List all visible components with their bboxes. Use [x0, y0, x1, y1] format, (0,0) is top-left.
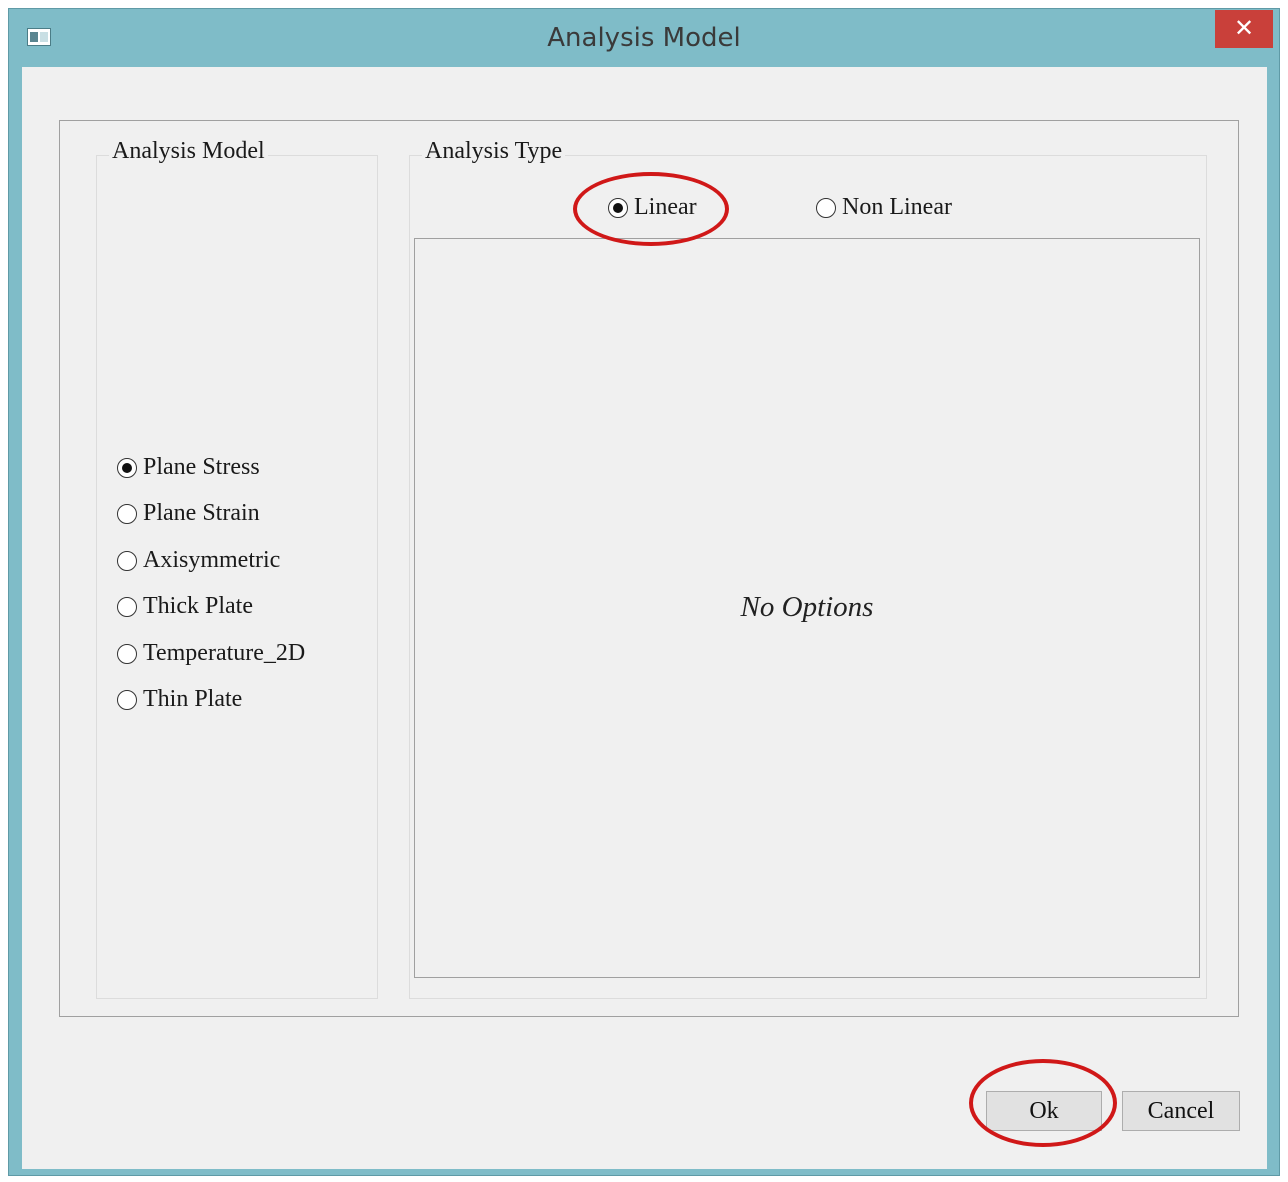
radio-unchecked-icon[interactable] [117, 643, 137, 664]
title-bar[interactable]: Analysis Model ✕ [9, 9, 1279, 67]
radio-label: Thin Plate [143, 686, 243, 712]
radio-unchecked-icon[interactable] [117, 689, 137, 710]
radio-unchecked-icon[interactable] [117, 550, 137, 571]
dialog-window: Analysis Model ✕ Analysis Model Plane St… [8, 8, 1280, 1176]
window-title: Analysis Model [547, 23, 741, 53]
radio-unchecked-icon[interactable] [117, 596, 137, 617]
radio-thick-plate[interactable]: Thick Plate [117, 593, 253, 620]
analysis-type-group-title: Analysis Type [422, 138, 566, 165]
radio-axisymmetric[interactable]: Axisymmetric [117, 547, 280, 574]
radio-label: Non Linear [842, 194, 952, 220]
dialog-body: Analysis Model Plane Stress Plane Strain… [22, 67, 1267, 1169]
ok-button[interactable]: Ok [986, 1091, 1102, 1131]
radio-thin-plate[interactable]: Thin Plate [117, 686, 242, 713]
radio-label: Axisymmetric [143, 547, 281, 573]
radio-unchecked-icon[interactable] [816, 197, 836, 218]
radio-checked-icon[interactable] [117, 457, 137, 478]
radio-label: Thick Plate [143, 593, 253, 619]
radio-plane-stress[interactable]: Plane Stress [117, 454, 260, 481]
radio-non-linear[interactable]: Non Linear [816, 194, 952, 221]
settings-frame: Analysis Model Plane Stress Plane Strain… [59, 120, 1239, 1017]
radio-label: Plane Strain [143, 500, 260, 526]
close-icon: ✕ [1233, 14, 1255, 42]
radio-linear[interactable]: Linear [608, 194, 697, 221]
radio-label: Plane Stress [143, 454, 260, 480]
analysis-model-group-title: Analysis Model [109, 138, 268, 165]
radio-temperature-2d[interactable]: Temperature_2D [117, 640, 305, 667]
analysis-model-group: Analysis Model Plane Stress Plane Strain… [96, 138, 378, 999]
radio-checked-icon[interactable] [608, 197, 628, 218]
options-panel: No Options [414, 238, 1200, 978]
radio-label: Temperature_2D [143, 640, 306, 666]
radio-plane-strain[interactable]: Plane Strain [117, 500, 260, 527]
radio-label: Linear [634, 194, 697, 220]
close-button[interactable]: ✕ [1215, 10, 1273, 48]
cancel-button[interactable]: Cancel [1122, 1091, 1240, 1131]
no-options-text: No Options [740, 591, 874, 623]
radio-unchecked-icon[interactable] [117, 503, 137, 524]
